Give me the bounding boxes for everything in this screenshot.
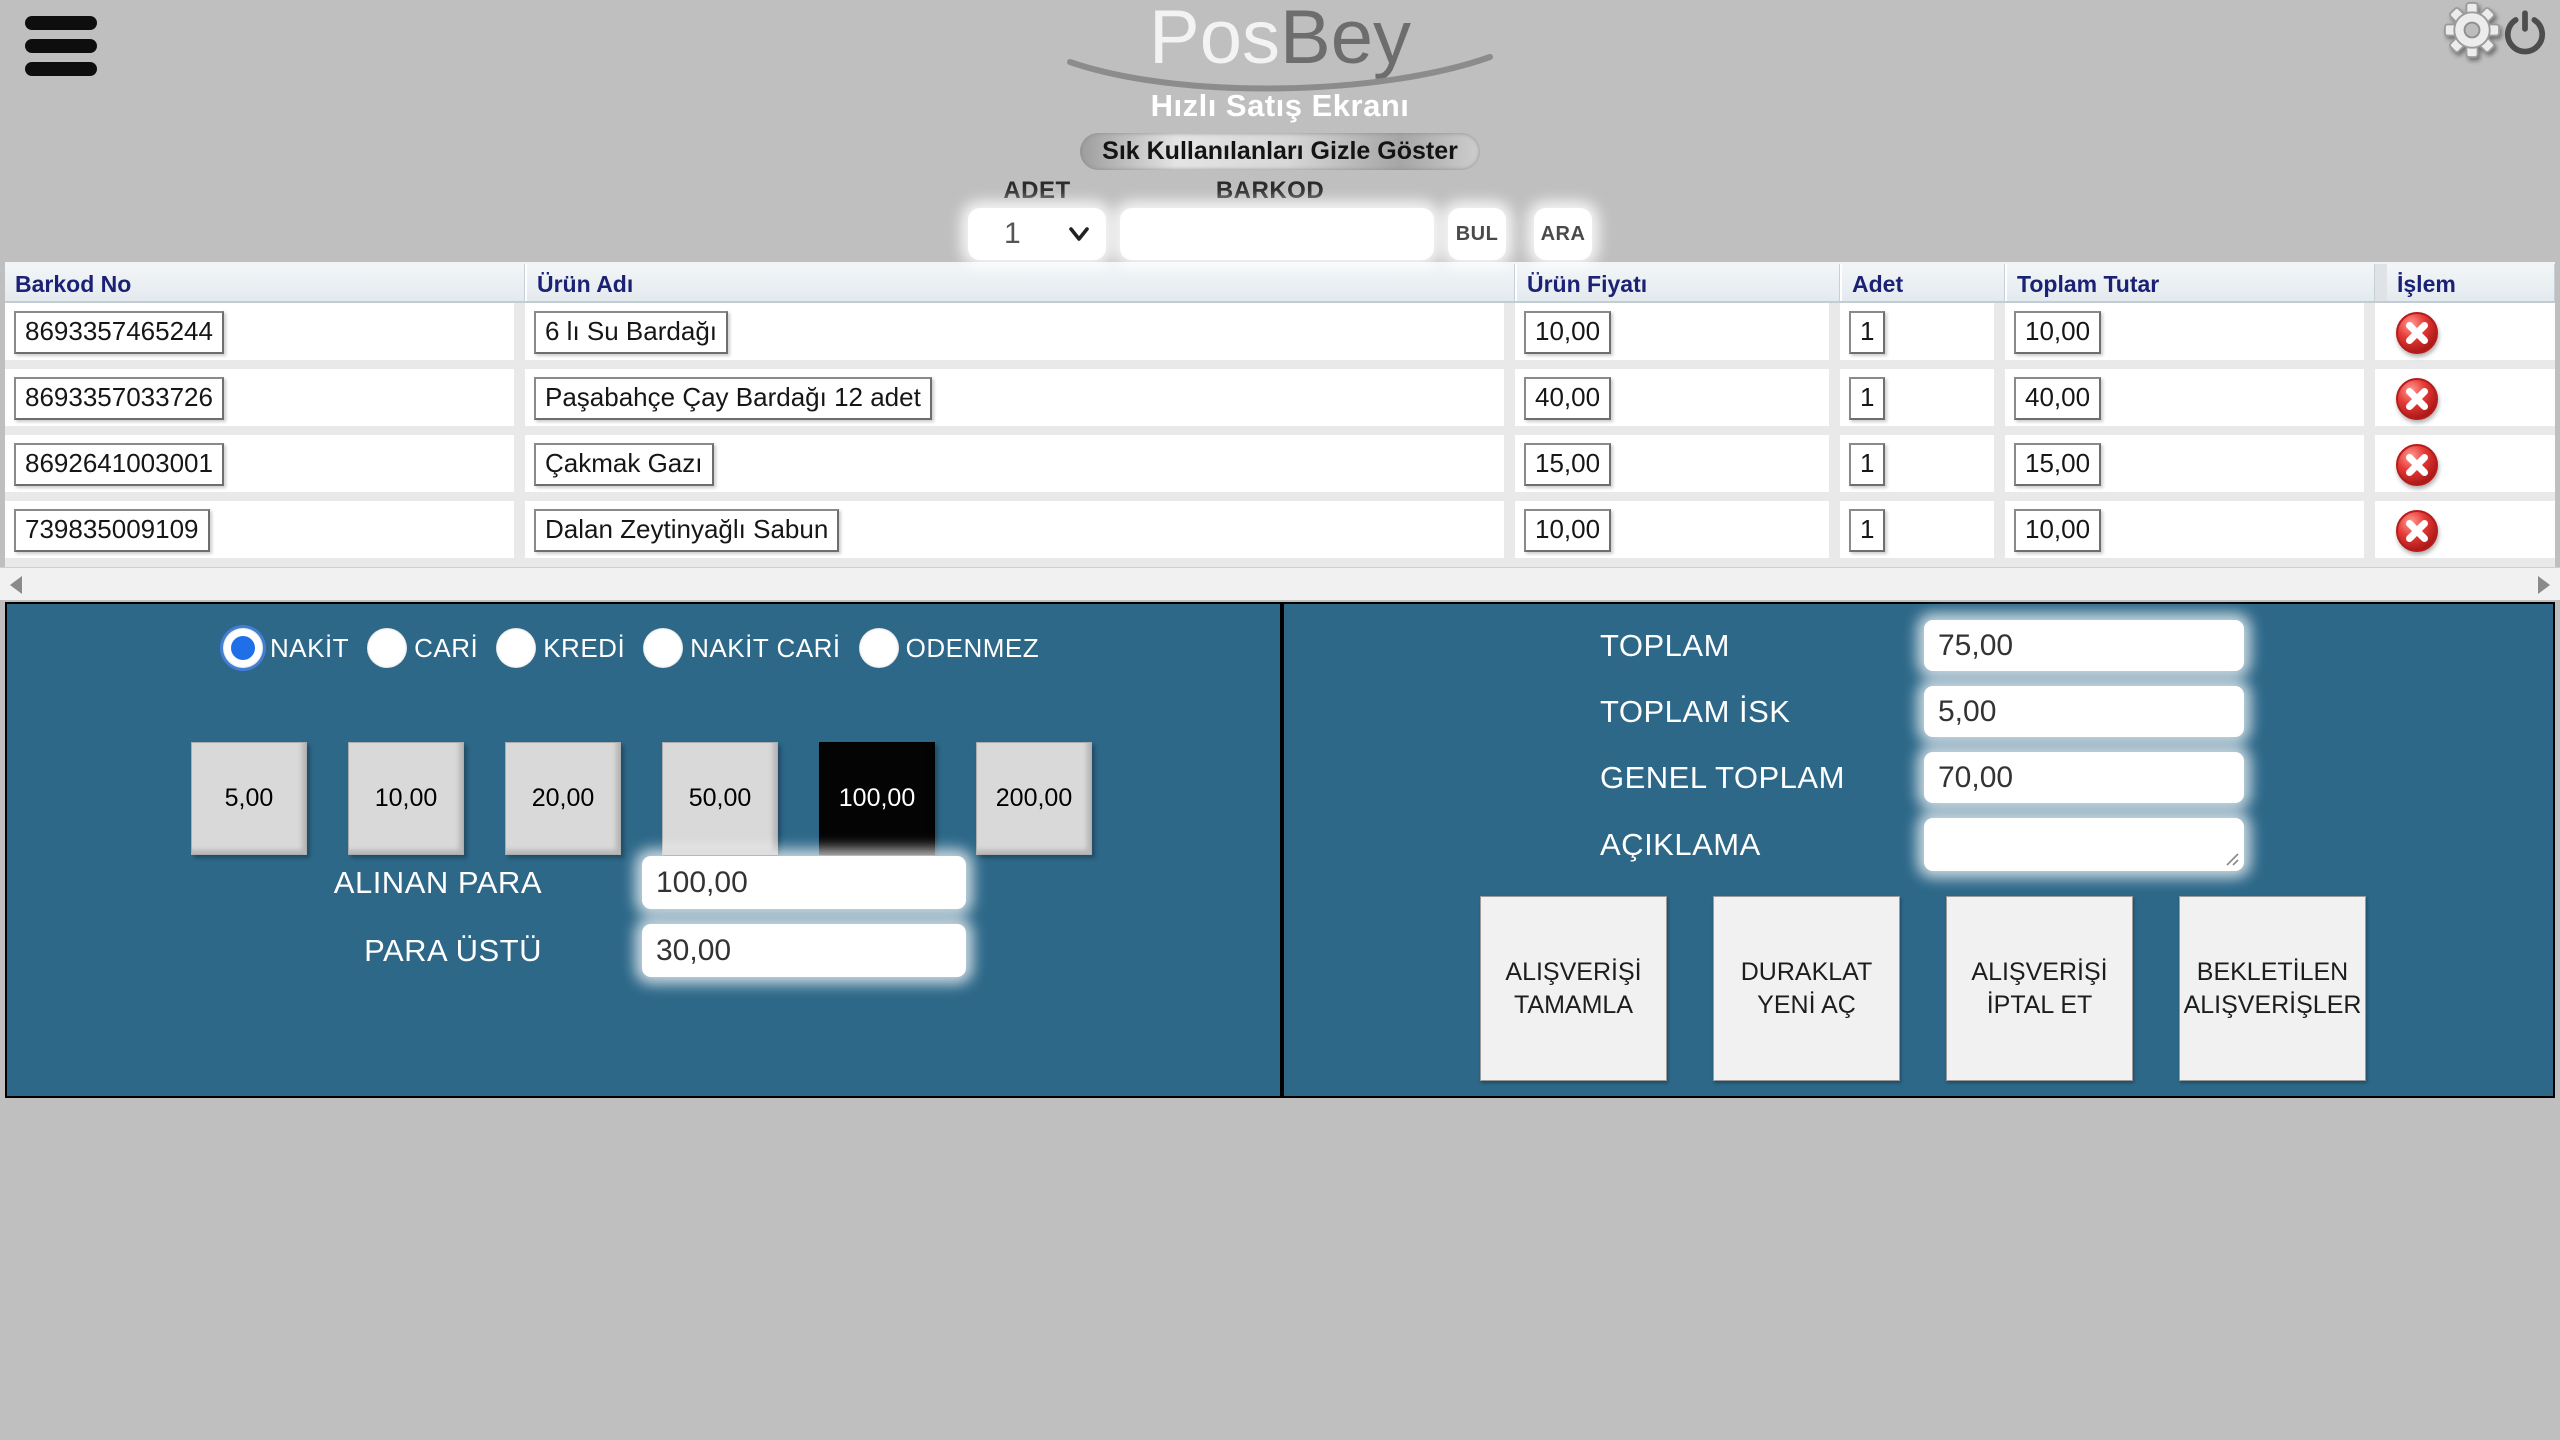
denomination-buttons: 5,00 10,00 20,00 50,00 100,00 200,00 (191, 742, 1133, 855)
barcode-cell[interactable]: 8693357465244 (14, 311, 224, 354)
column-header-islem: İşlem (2375, 264, 2555, 301)
action-buttons: ALIŞVERİŞİ TAMAMLA DURAKLAT YENİ AÇ ALIŞ… (1480, 896, 2412, 1081)
chevron-down-icon (1068, 227, 1090, 242)
genel-toplam-input[interactable] (1924, 752, 2244, 803)
power-logout-icon[interactable] (2500, 8, 2550, 63)
radio-nakit[interactable]: NAKİT (223, 628, 349, 668)
alinan-para-input[interactable] (642, 856, 966, 909)
delete-row-icon[interactable] (2395, 311, 2439, 355)
radio-kredi[interactable]: KREDİ (496, 628, 625, 668)
radio-icon (496, 628, 536, 668)
payment-method-radios: NAKİT CARİ KREDİ NAKİT CARİ ODENMEZ (223, 628, 1057, 668)
denomination-button-5[interactable]: 5,00 (191, 742, 307, 855)
toplam-label: TOPLAM (1600, 628, 1924, 664)
scroll-right-arrow-icon[interactable] (2538, 576, 2550, 594)
quantity-cell[interactable]: 1 (1849, 509, 1885, 552)
radio-icon (643, 628, 683, 668)
quantity-cell[interactable]: 1 (1849, 311, 1885, 354)
bul-button[interactable]: BUL (1448, 208, 1506, 260)
ara-button[interactable]: ARA (1534, 208, 1592, 260)
top-header: PosBey Hızlı Satış Ekranı Sık Kullanılan… (0, 0, 2560, 262)
column-header-urun-fiyati: Ürün Fiyatı (1515, 264, 1840, 301)
barcode-input[interactable] (1120, 208, 1434, 260)
denomination-button-200[interactable]: 200,00 (976, 742, 1092, 855)
delete-row-icon[interactable] (2395, 443, 2439, 487)
barcode-cell[interactable]: 8692641003001 (14, 443, 224, 486)
total-cell[interactable]: 10,00 (2014, 311, 2101, 354)
denomination-button-100[interactable]: 100,00 (819, 742, 935, 855)
aciklama-textarea[interactable] (1924, 818, 2244, 871)
quantity-select[interactable]: 1 (968, 208, 1106, 260)
barkod-label: BARKOD (1216, 177, 1324, 205)
barcode-cell[interactable]: 739835009109 (14, 509, 210, 552)
price-cell[interactable]: 10,00 (1524, 509, 1611, 552)
barcode-cell[interactable]: 8693357033726 (14, 377, 224, 420)
scroll-left-arrow-icon[interactable] (10, 576, 22, 594)
column-header-urun-adi: Ürün Adı (525, 264, 1515, 301)
genel-toplam-label: GENEL TOPLAM (1600, 760, 1924, 796)
total-cell[interactable]: 40,00 (2014, 377, 2101, 420)
price-cell[interactable]: 15,00 (1524, 443, 1611, 486)
denomination-button-20[interactable]: 20,00 (505, 742, 621, 855)
column-header-barkod: Barkod No (5, 264, 525, 301)
product-name-cell[interactable]: Çakmak Gazı (534, 443, 714, 486)
payment-panel: NAKİT CARİ KREDİ NAKİT CARİ ODENMEZ 5,00… (5, 602, 1282, 1098)
pause-open-new-button[interactable]: DURAKLAT YENİ AÇ (1713, 896, 1900, 1081)
radio-odenmez[interactable]: ODENMEZ (859, 628, 1040, 668)
table-row: 8693357465244 6 lı Su Bardağı 10,00 1 10… (5, 303, 2555, 369)
toplam-input[interactable] (1924, 620, 2244, 671)
hamburger-menu-icon[interactable] (25, 16, 97, 85)
table-row: 8693357033726 Paşabahçe Çay Bardağı 12 a… (5, 369, 2555, 435)
product-name-cell[interactable]: Paşabahçe Çay Bardağı 12 adet (534, 377, 932, 420)
radio-nakit-cari[interactable]: NAKİT CARİ (643, 628, 840, 668)
denomination-button-10[interactable]: 10,00 (348, 742, 464, 855)
product-name-cell[interactable]: 6 lı Su Bardağı (534, 311, 728, 354)
radio-icon (367, 628, 407, 668)
toplam-isk-input[interactable] (1924, 686, 2244, 737)
logo-swoosh (1060, 54, 1500, 96)
toplam-isk-label: TOPLAM İSK (1600, 694, 1924, 730)
denomination-button-50[interactable]: 50,00 (662, 742, 778, 855)
quantity-cell[interactable]: 1 (1849, 377, 1885, 420)
alinan-para-label: ALINAN PARA (7, 865, 542, 901)
para-ustu-input[interactable] (642, 924, 966, 977)
table-header-row: Barkod No Ürün Adı Ürün Fiyatı Adet Topl… (5, 262, 2555, 303)
product-name-cell[interactable]: Dalan Zeytinyağlı Sabun (534, 509, 839, 552)
price-cell[interactable]: 10,00 (1524, 311, 1611, 354)
cancel-sale-button[interactable]: ALIŞVERİŞİ İPTAL ET (1946, 896, 2133, 1081)
column-header-toplam-tutar: Toplam Tutar (2005, 264, 2375, 301)
radio-icon (859, 628, 899, 668)
table-row: 739835009109 Dalan Zeytinyağlı Sabun 10,… (5, 501, 2555, 567)
delete-row-icon[interactable] (2395, 509, 2439, 553)
aciklama-label: AÇIKLAMA (1600, 827, 1924, 863)
radio-cari[interactable]: CARİ (367, 628, 478, 668)
summary-panel: TOPLAM TOPLAM İSK GENEL TOPLAM AÇIKLAMA … (1282, 602, 2555, 1098)
sale-items-table: Barkod No Ürün Adı Ürün Fiyatı Adet Topl… (5, 262, 2555, 567)
total-cell[interactable]: 10,00 (2014, 509, 2101, 552)
table-row: 8692641003001 Çakmak Gazı 15,00 1 15,00 (5, 435, 2555, 501)
delete-row-icon[interactable] (2395, 377, 2439, 421)
settings-gear-icon[interactable] (2444, 2, 2500, 63)
complete-sale-button[interactable]: ALIŞVERİŞİ TAMAMLA (1480, 896, 1667, 1081)
favorites-toggle-button[interactable]: Sık Kullanılanları Gizle Göster (1080, 133, 1480, 170)
horizontal-scrollbar[interactable] (0, 567, 2560, 600)
held-sales-button[interactable]: BEKLETİLEN ALIŞVERİŞLER (2179, 896, 2366, 1081)
price-cell[interactable]: 40,00 (1524, 377, 1611, 420)
total-cell[interactable]: 15,00 (2014, 443, 2101, 486)
quantity-cell[interactable]: 1 (1849, 443, 1885, 486)
posbey-logo: PosBey (1139, 0, 1421, 88)
column-header-adet: Adet (1840, 264, 2005, 301)
radio-icon (223, 628, 263, 668)
adet-label: ADET (1003, 177, 1070, 205)
para-ustu-label: PARA ÜSTÜ (7, 933, 542, 969)
textarea-resize-handle-icon[interactable] (2225, 852, 2239, 866)
